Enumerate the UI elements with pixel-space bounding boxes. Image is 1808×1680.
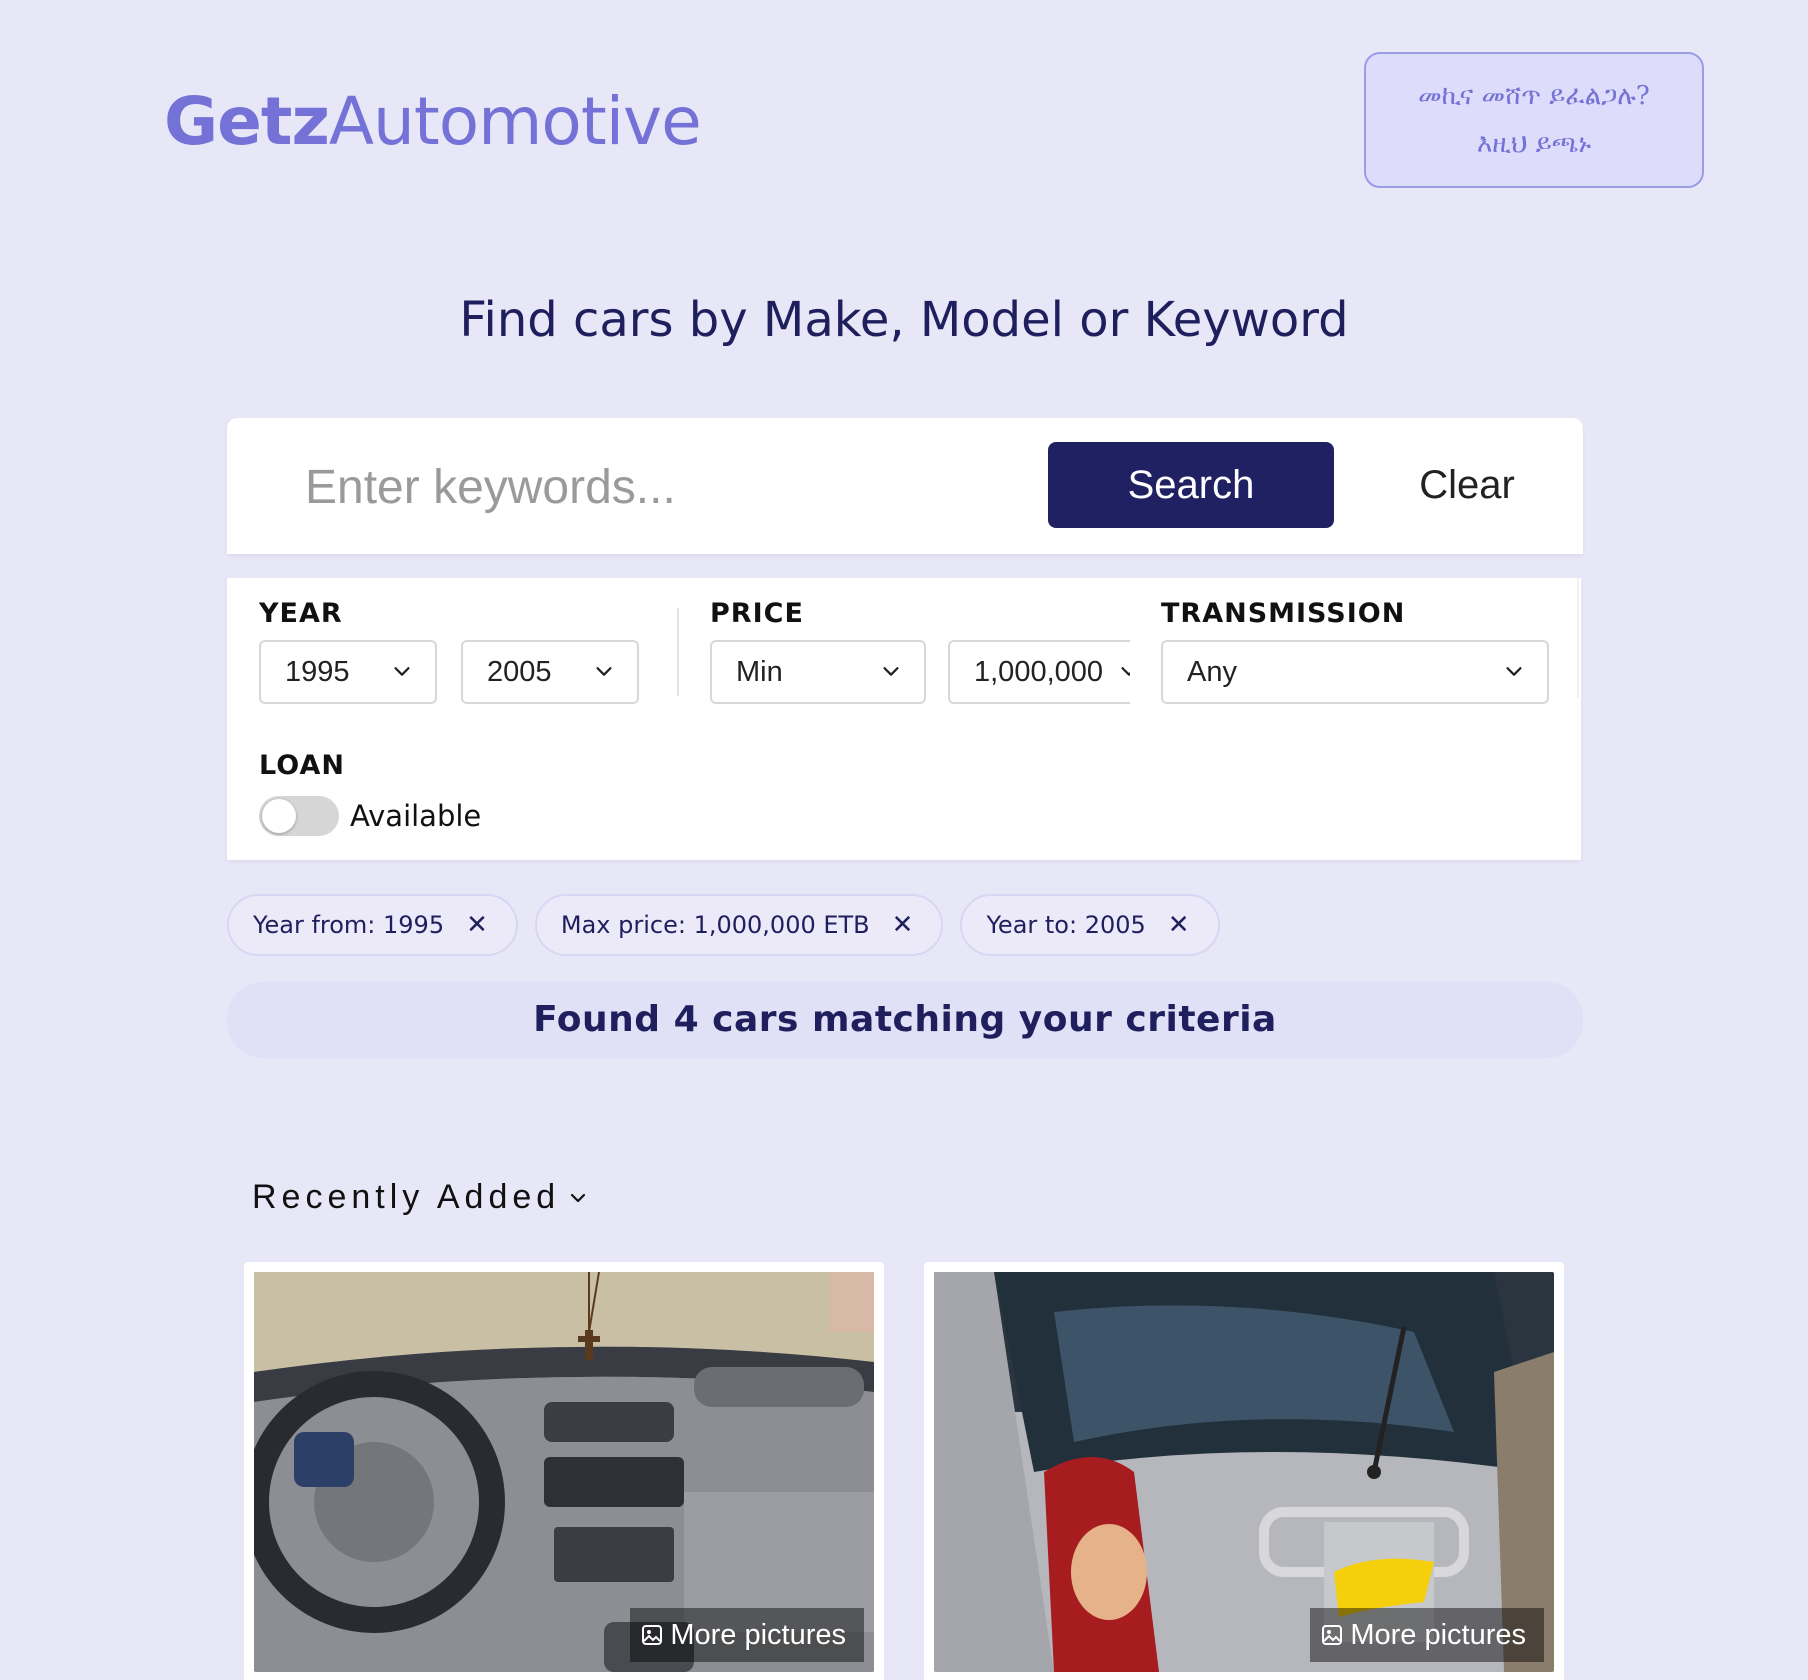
more-pictures-button[interactable]: More pictures [630,1608,864,1662]
transmission-filter-label: TRANSMISSION [1161,598,1406,629]
search-input[interactable] [305,452,925,522]
divider [677,608,679,696]
loan-toggle-label: Available [350,799,482,833]
transmission-select[interactable]: Any [1161,640,1549,704]
car-listing-card[interactable]: More pictures [244,1262,884,1680]
sell-car-cta-button[interactable]: መኪና መሸጥ ይፈልጋሉ? እዚህ ይጫኑ [1364,52,1704,188]
clear-button[interactable]: Clear [1377,442,1557,528]
results-count: Found 4 cars matching your criteria [227,982,1583,1058]
filter-chip: Year from: 1995 ✕ [227,894,518,956]
filter-panel: YEAR 1995 2005 PRICE Min 1,000,000 TRANS… [227,578,1581,860]
more-pictures-label: More pictures [1350,1618,1526,1651]
close-icon[interactable]: ✕ [466,910,488,940]
logo[interactable]: GetzAutomotive [164,82,702,162]
sort-dropdown[interactable]: Recently Added [252,1178,590,1217]
year-to-value: 2005 [487,655,552,688]
more-pictures-button[interactable]: More pictures [1310,1608,1544,1662]
page-title: Find cars by Make, Model or Keyword [459,292,1349,348]
filter-chip-label: Max price: 1,000,000 ETB [560,911,870,939]
filter-chip: Max price: 1,000,000 ETB ✕ [534,894,944,956]
filter-chip: Year to: 2005 ✕ [960,894,1220,956]
sort-label: Recently Added [252,1178,561,1216]
logo-bold: Getz [164,83,330,160]
divider [1577,578,1579,698]
transmission-value: Any [1187,655,1237,688]
price-min-value: Min [736,655,783,688]
year-from-select[interactable]: 1995 [259,640,437,704]
chevron-down-icon [883,667,899,676]
toggle-knob [262,799,296,833]
filter-chip-label: Year from: 1995 [253,911,445,939]
cta-line-1: መኪና መሸጥ ይፈልጋሉ? [1418,81,1650,111]
search-button[interactable]: Search [1048,442,1334,528]
car-photo[interactable]: More pictures [934,1272,1554,1672]
chevron-down-icon [394,667,410,676]
price-max-select[interactable]: 1,000,000 [948,640,1130,704]
chevron-down-icon [1121,667,1130,676]
image-icon [1322,1625,1343,1645]
chevron-down-icon [571,1193,586,1202]
year-filter-label: YEAR [259,598,343,629]
close-icon[interactable]: ✕ [892,910,914,940]
cta-line-2: እዚህ ይጫኑ [1476,129,1592,159]
price-min-select[interactable]: Min [710,640,926,704]
active-filter-chips: Year from: 1995 ✕ Max price: 1,000,000 E… [227,894,1220,956]
logo-thin: Automotive [328,83,702,160]
image-icon [642,1625,663,1645]
chevron-down-icon [1506,667,1522,676]
search-bar: Search Clear [227,418,1583,554]
price-filter-label: PRICE [710,598,804,629]
year-from-value: 1995 [285,655,350,688]
price-max-value: 1,000,000 [974,655,1104,688]
chevron-down-icon [596,667,612,676]
loan-filter-label: LOAN [259,750,345,781]
car-listing-card[interactable]: More pictures [924,1262,1564,1680]
year-to-select[interactable]: 2005 [461,640,639,704]
close-icon[interactable]: ✕ [1168,910,1190,940]
loan-toggle[interactable] [259,796,339,836]
car-photo[interactable]: More pictures [254,1272,874,1672]
more-pictures-label: More pictures [670,1618,846,1651]
filter-chip-label: Year to: 2005 [986,911,1146,939]
